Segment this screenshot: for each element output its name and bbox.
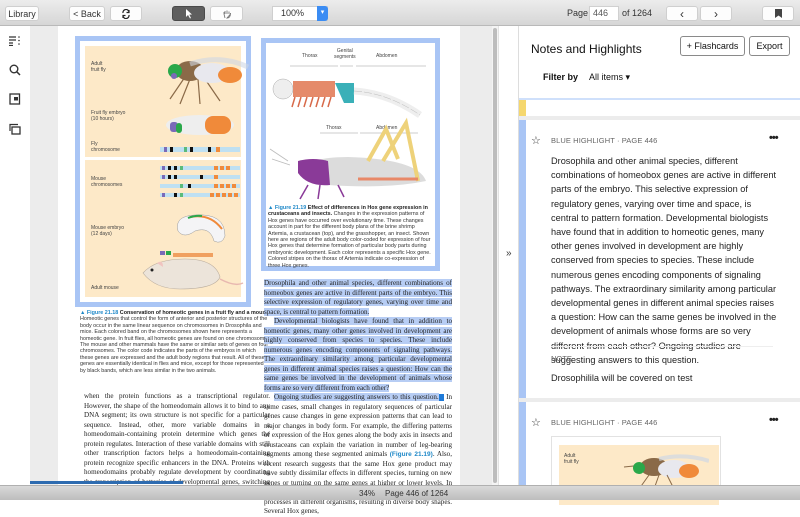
caption-body: Homeotic genes that control the form of … [80,316,269,374]
figure-link[interactable]: (Figure 21.19) [390,451,433,458]
panel-gutter: » [498,26,518,485]
mouse-embryo-illustration [177,214,226,243]
highlighted-passage[interactable]: Developmental biologists have found that… [264,317,452,392]
figure-21-19-caption: ▲ Figure 21.19 Effect of differences in … [268,205,434,269]
paragraph-text: . Also, recent research suggests that th… [264,450,452,515]
label-adult-fly: Adult fruit fly [564,453,579,465]
page-label: Page [567,8,589,18]
figure-21-19-label: ▲ Figure 21.19 [268,205,307,211]
hand-icon [223,10,231,18]
book-page: Adult fruit fly Fruit fly embryo (10 hou… [58,26,460,515]
highlighted-passage[interactable]: Drosophila and other animal species, dif… [264,279,452,316]
yellow-highlight-card[interactable] [519,100,800,116]
mouse-chromosome-bars [160,166,240,197]
collapse-panel-icon[interactable]: » [506,248,512,259]
figure-21-18-highlight[interactable]: Adult fruit fly Fruit fly embryo (10 hou… [75,36,251,307]
highlight-color-bar [519,100,526,116]
bookmark-button[interactable] [762,6,794,21]
prev-page-button[interactable]: ‹ [666,6,698,21]
progress-percent: 34% [359,489,376,498]
figure-21-18-label: ▲ Figure 21.18 [80,310,119,316]
zoom-value: 100% [281,8,305,18]
next-page-button[interactable]: › [700,6,732,21]
scrollbar-thumb[interactable] [493,28,497,483]
chevron-left-icon: ‹ [680,6,684,21]
label-mouse-chromosomes: Mouse chromosomes [91,176,123,188]
filter-dropdown[interactable]: All items ▾ [589,72,630,83]
divider [551,346,773,347]
star-icon[interactable]: ☆ [531,416,541,429]
highlighted-passage[interactable]: Ongoing studies are suggesting answers t… [274,393,439,401]
fly-embryo-illustration [166,115,234,135]
export-button[interactable]: Export [749,36,790,56]
fruit-fly-illustration [168,57,250,105]
label-abdomen-top: Abdomen [376,53,398,59]
sync-button[interactable] [110,6,142,21]
toolbar: Library < Back 100% ▾ Page 446 of 1264 ‹… [0,0,800,26]
reading-progress-bar [30,481,183,484]
chevron-right-icon: › [714,6,718,21]
page-number-input[interactable]: 446 [589,6,619,21]
fruit-fly-illustration [623,454,709,489]
filter-label: Filter by [543,72,579,82]
label-adult-mouse: Adult mouse [91,285,119,291]
highlight-meta: BLUE HIGHLIGHT · PAGE 446 [551,136,658,145]
chevron-down-icon[interactable]: ▾ [317,6,328,21]
caption-title: Conservation of homeotic genes in a frui… [119,310,270,316]
search-icon[interactable] [8,63,22,77]
blue-highlight-card[interactable]: ☆ BLUE HIGHLIGHT · PAGE 446 ••• Adult fr… [519,402,800,505]
refresh-icon [122,8,130,19]
paragraph-text: In some cases, small changes in regulato… [264,393,453,458]
highlight-meta: BLUE HIGHLIGHT · PAGE 446 [551,418,658,427]
hand-tool-button[interactable] [210,6,243,21]
page-total: of 1264 [622,8,653,18]
page-status: Page 446 of 1264 [385,489,449,498]
status-bar: 34% Page 446 of 1264 [0,485,800,500]
note-text: Drosophilila will be covered on test [551,373,693,383]
figure-21-18-caption: ▲ Figure 21.18 Conservation of homeotic … [80,310,270,374]
highlight-color-bar [519,402,526,485]
artemia-grasshopper-illustration [269,65,426,200]
blue-highlight-card[interactable]: ☆ BLUE HIGHLIGHT · PAGE 446 ••• Drosophi… [519,120,800,398]
flashcards-button[interactable]: + Flashcards [680,36,745,56]
pointer-icon [185,8,192,18]
more-options-icon[interactable]: ••• [769,132,779,144]
panel-title: Notes and Highlights [531,42,642,56]
library-button[interactable]: Library [5,6,39,21]
fly-chromosome-bar [160,147,240,152]
right-column-text: Drosophila and other animal species, dif… [264,279,452,517]
adult-mouse-illustration [142,251,244,290]
bookmark-icon [774,9,782,18]
label-fly-embryo: Fruit fly embryo (10 hours) [91,110,126,122]
caption-body: Changes in the expression patterns of Ho… [268,211,431,269]
more-options-icon[interactable]: ••• [769,414,779,426]
notes-panel: Notes and Highlights + Flashcards Export… [518,26,800,505]
select-tool-button[interactable] [172,6,205,21]
zoom-select[interactable]: 100% ▾ [272,6,328,21]
label-adult-fly: Adult fruit fly [91,61,106,73]
highlight-text: Drosophila and other animal species, dif… [551,156,777,365]
label-genital-segments: Genital segments [334,48,356,60]
star-icon[interactable]: ☆ [531,134,541,147]
back-button[interactable]: < Back [69,6,105,21]
table-of-contents-icon[interactable] [8,34,22,48]
left-sidebar [0,26,30,485]
flashcards-icon[interactable] [8,122,22,136]
note-label: NOTE [551,354,572,363]
label-thorax-top: Thorax [302,53,318,59]
notebook-icon[interactable] [8,92,22,106]
highlight-color-bar [519,120,526,398]
label-mouse-embryo: Mouse embryo (12 days) [91,225,125,237]
label-fly-chromosome: Fly chromosome [91,141,120,153]
